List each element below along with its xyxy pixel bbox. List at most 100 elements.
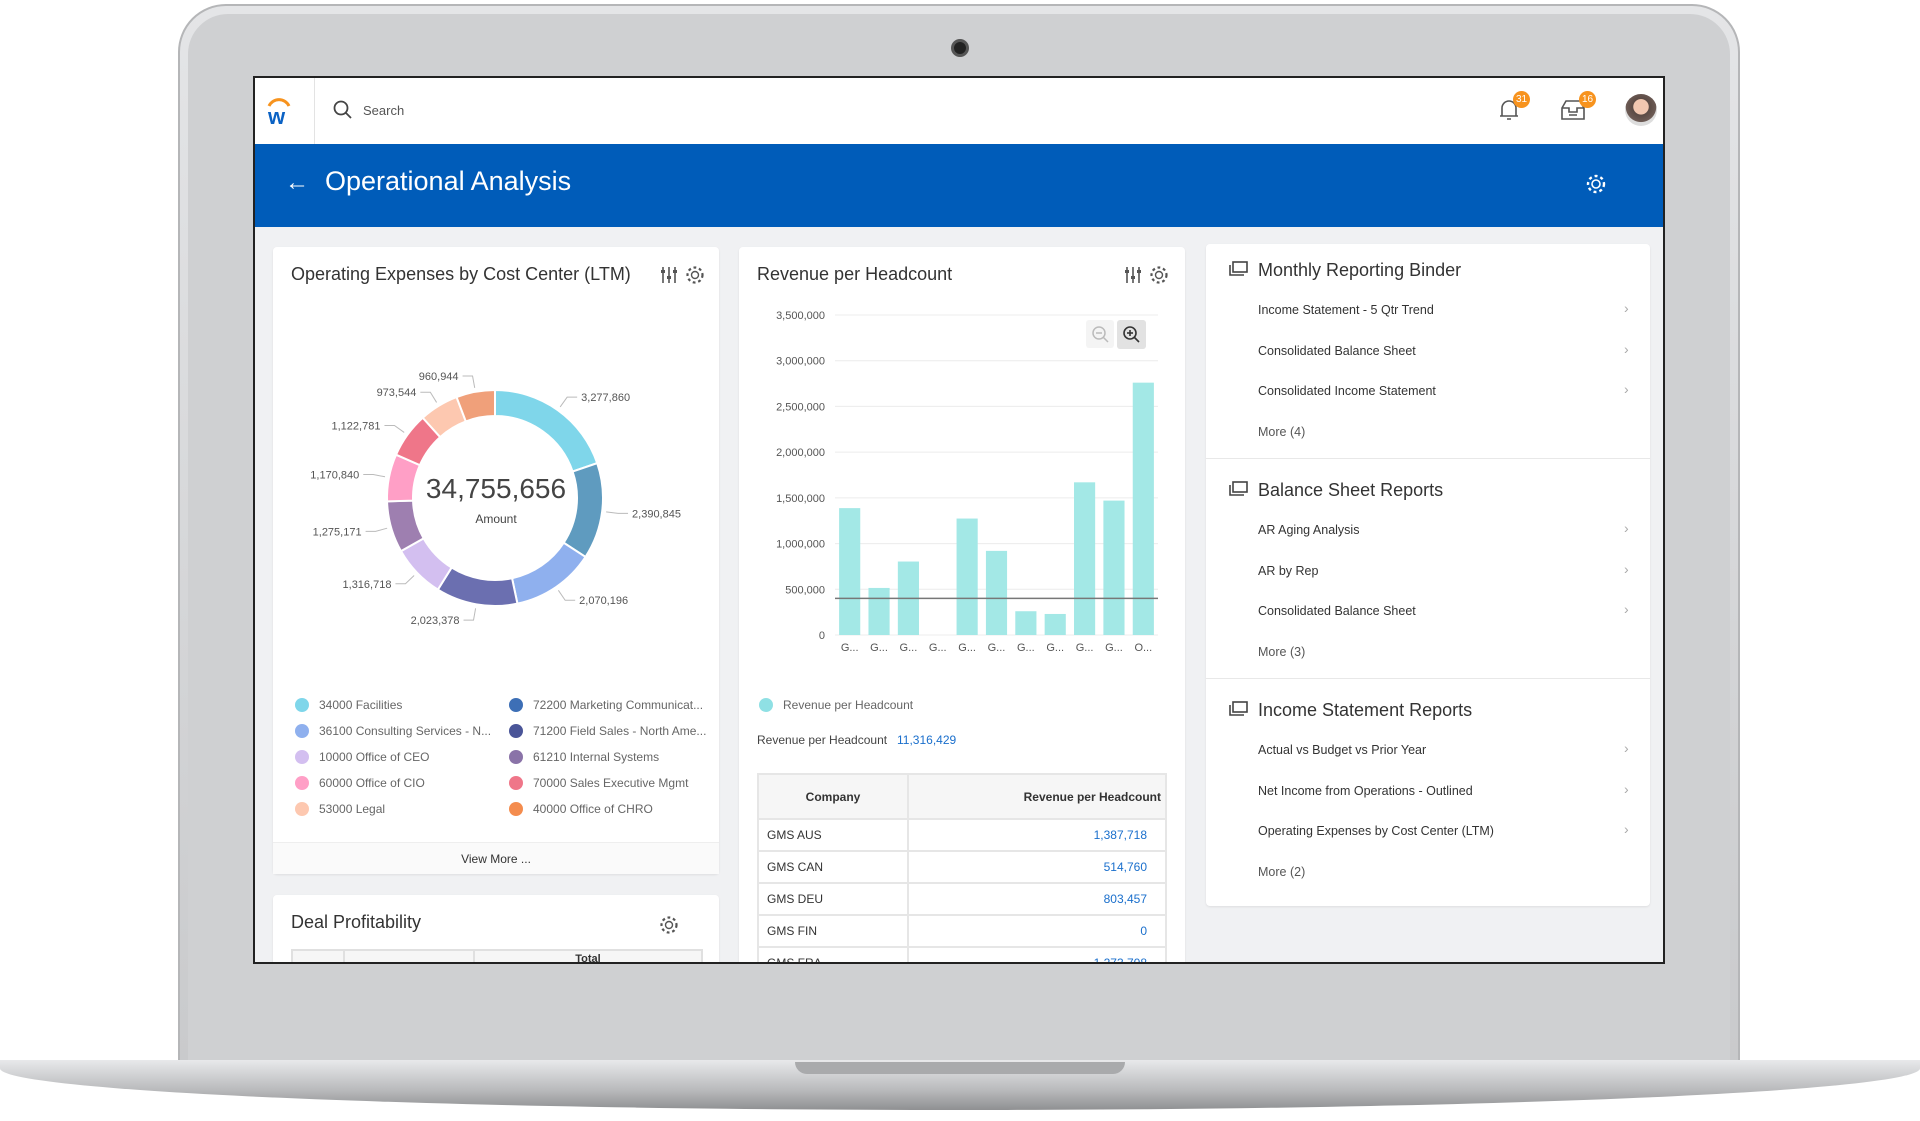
- chevron-right-icon[interactable]: ›: [1624, 601, 1629, 617]
- legend-item[interactable]: 53000 Legal: [295, 802, 385, 816]
- leader-line: [462, 375, 476, 388]
- bar[interactable]: [839, 508, 861, 635]
- avatar[interactable]: [1625, 94, 1657, 126]
- chevron-right-icon[interactable]: ›: [1624, 381, 1629, 397]
- report-link[interactable]: AR by Rep: [1258, 564, 1628, 578]
- section-title[interactable]: Monthly Reporting Binder: [1258, 260, 1461, 281]
- search-input[interactable]: Search: [363, 103, 404, 118]
- bar[interactable]: [956, 518, 978, 635]
- back-arrow-icon[interactable]: ←: [285, 169, 309, 197]
- revenue-cell[interactable]: 1,273,708: [907, 946, 1167, 962]
- column-header-revenue[interactable]: Revenue per Headcount: [907, 773, 1167, 820]
- legend-item[interactable]: 40000 Office of CHRO: [509, 802, 653, 816]
- legend-dot: [509, 698, 523, 712]
- report-link[interactable]: Consolidated Income Statement: [1258, 384, 1628, 398]
- more-link[interactable]: More (4): [1258, 425, 1628, 439]
- deal-card-title: Deal Profitability: [291, 912, 422, 932]
- legend-label: 60000 Office of CIO: [319, 776, 425, 790]
- leader-line: [395, 575, 415, 585]
- report-link[interactable]: Operating Expenses by Cost Center (LTM): [1258, 824, 1628, 838]
- legend-item[interactable]: 72200 Marketing Communicat...: [509, 698, 703, 712]
- revenue-cell[interactable]: 803,457: [907, 882, 1167, 916]
- workday-logo[interactable]: w: [255, 78, 315, 144]
- y-tick-label: 3,500,000: [776, 310, 825, 322]
- bar[interactable]: [1015, 611, 1037, 635]
- chevron-right-icon[interactable]: ›: [1624, 300, 1629, 316]
- legend-item[interactable]: 70000 Sales Executive Mgmt: [509, 776, 688, 790]
- report-link[interactable]: Actual vs Budget vs Prior Year: [1258, 743, 1628, 757]
- legend-label: 34000 Facilities: [319, 698, 403, 712]
- table-row[interactable]: GMS FRA 1,273,708: [757, 946, 1167, 962]
- report-link[interactable]: Consolidated Balance Sheet: [1258, 344, 1628, 358]
- bar[interactable]: [1103, 500, 1125, 635]
- section-title[interactable]: Balance Sheet Reports: [1258, 480, 1443, 501]
- bar[interactable]: [1074, 482, 1096, 635]
- legend-label: Revenue per Headcount: [783, 698, 914, 712]
- legend-item[interactable]: 34000 Facilities: [295, 698, 402, 712]
- company-cell: GMS AUS: [757, 818, 909, 852]
- donut-slice[interactable]: [510, 541, 587, 605]
- donut-slice[interactable]: [436, 566, 519, 607]
- chevron-right-icon[interactable]: ›: [1624, 561, 1629, 577]
- gear-icon[interactable]: [1585, 173, 1607, 200]
- bar[interactable]: [868, 587, 890, 635]
- table-row[interactable]: GMS DEU 803,457: [757, 882, 1167, 916]
- donut-chart: 3,277,8602,390,8452,070,1962,023,3781,31…: [310, 371, 681, 627]
- chevron-right-icon[interactable]: ›: [1624, 740, 1629, 756]
- legend-item[interactable]: 61210 Internal Systems: [509, 750, 659, 764]
- inbox-button[interactable]: 16: [1560, 91, 1596, 127]
- report-link[interactable]: Consolidated Balance Sheet: [1258, 604, 1628, 618]
- legend-item[interactable]: 36100 Consulting Services - N...: [295, 724, 491, 738]
- deal-table-header: Total: [291, 949, 703, 964]
- table-row[interactable]: GMS CAN 514,760: [757, 850, 1167, 884]
- zoom-in-icon: [1123, 326, 1140, 343]
- legend-item[interactable]: 71200 Field Sales - North Ame...: [509, 724, 706, 738]
- table-row[interactable]: GMS FIN 0: [757, 914, 1167, 948]
- reports-card: Monthly Reporting Binder Income Statement…: [1206, 244, 1650, 906]
- x-tick-label: G...: [1046, 642, 1064, 654]
- chevron-right-icon[interactable]: ›: [1624, 341, 1629, 357]
- column-header-company[interactable]: Company: [757, 773, 909, 820]
- chevron-right-icon[interactable]: ›: [1624, 781, 1629, 797]
- slice-label: 960,944: [419, 371, 459, 383]
- report-link[interactable]: Net Income from Operations - Outlined: [1258, 784, 1628, 798]
- summary-value[interactable]: 11,316,429: [897, 733, 956, 747]
- chevron-right-icon[interactable]: ›: [1624, 821, 1629, 837]
- gear-icon[interactable]: [659, 915, 679, 940]
- legend-label: 61210 Internal Systems: [533, 750, 660, 764]
- bar[interactable]: [985, 550, 1008, 635]
- report-link[interactable]: Income Statement - 5 Qtr Trend: [1258, 303, 1628, 317]
- camera: [951, 39, 969, 57]
- section-title[interactable]: Income Statement Reports: [1258, 700, 1472, 721]
- revenue-cell[interactable]: 0: [907, 914, 1167, 948]
- table-row[interactable]: GMS AUS 1,387,718: [757, 818, 1167, 852]
- x-tick-label: G...: [841, 642, 859, 654]
- revenue-cell[interactable]: 514,760: [907, 850, 1167, 884]
- report-link[interactable]: AR Aging Analysis: [1258, 523, 1628, 537]
- more-link[interactable]: More (2): [1258, 865, 1628, 879]
- company-cell: GMS FRA: [757, 946, 909, 962]
- bar[interactable]: [1044, 613, 1066, 635]
- legend-label: 36100 Consulting Services - N...: [319, 724, 492, 738]
- binder-icon: [1228, 481, 1248, 502]
- search-icon[interactable]: [333, 100, 353, 125]
- total-header: Total: [575, 953, 601, 964]
- inbox-badge: 16: [1579, 91, 1596, 108]
- bar[interactable]: [1132, 382, 1154, 635]
- legend-item[interactable]: 10000 Office of CEO: [295, 750, 430, 764]
- slice-label: 2,070,196: [579, 595, 628, 607]
- view-more-button[interactable]: View More ...: [273, 842, 719, 874]
- legend-dot: [759, 698, 773, 712]
- page-title: Operational Analysis: [325, 166, 572, 196]
- revenue-cell[interactable]: 1,387,718: [907, 818, 1167, 852]
- section-divider: [1206, 458, 1650, 459]
- chevron-right-icon[interactable]: ›: [1624, 520, 1629, 536]
- legend-item[interactable]: 60000 Office of CIO: [295, 776, 425, 790]
- more-link[interactable]: More (3): [1258, 645, 1628, 659]
- app-screen: w Search 31 16 ← Operational Analysis Op…: [253, 76, 1665, 964]
- revenue-card: Revenue per Headcount 0 500,000 1,000,000 1…: [739, 247, 1185, 962]
- legend-label: 40000 Office of CHRO: [533, 802, 653, 816]
- notifications-button[interactable]: 31: [1498, 91, 1530, 127]
- zoom-in-button[interactable]: [1117, 320, 1146, 349]
- zoom-out-button[interactable]: [1086, 320, 1114, 348]
